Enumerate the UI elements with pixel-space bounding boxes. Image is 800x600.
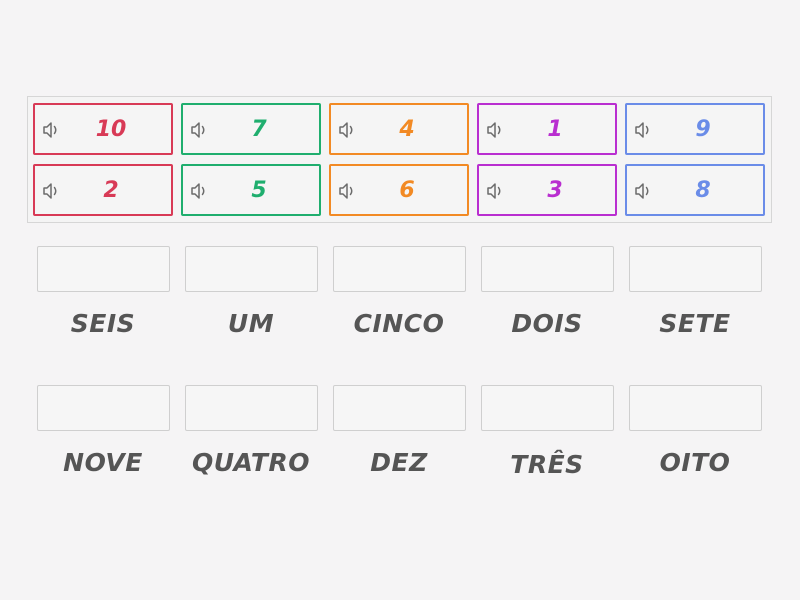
target-label: DEZ [370, 448, 428, 477]
number-tile[interactable]: 2 [33, 164, 173, 216]
tile-number: 3 [547, 177, 563, 203]
tile-number: 6 [399, 177, 415, 203]
number-tile[interactable]: 10 [33, 103, 173, 155]
tile-number: 5 [251, 177, 267, 203]
number-tile[interactable]: 3 [477, 164, 617, 216]
tile-number: 10 [95, 116, 127, 142]
target-label: UM [227, 309, 275, 338]
target-label: CINCO [353, 309, 445, 338]
drop-zone[interactable] [185, 385, 318, 431]
match-up-game: 10 7 4 1 9 2 5 6 3 8 SEIS UM CINCO DOIS SETE NOVE QUATR… [0, 0, 800, 600]
drop-zone[interactable] [481, 246, 614, 292]
drop-zone[interactable] [37, 246, 170, 292]
target-label: DOIS [511, 309, 583, 338]
number-tile[interactable]: 7 [181, 103, 321, 155]
target-label: SETE [659, 309, 731, 338]
target-label: OITO [659, 448, 731, 477]
tile-number: 8 [695, 177, 711, 203]
target-label: TRÊS [510, 450, 584, 479]
tile-number: 7 [251, 116, 267, 142]
tile-number: 4 [399, 116, 415, 142]
number-tile[interactable]: 6 [329, 164, 469, 216]
tile-number: 9 [695, 116, 711, 142]
tile-number: 2 [103, 177, 119, 203]
number-tile[interactable]: 9 [625, 103, 765, 155]
target-label: SEIS [70, 309, 136, 338]
drop-zone[interactable] [629, 385, 762, 431]
drop-zone[interactable] [481, 385, 614, 431]
number-tile[interactable]: 8 [625, 164, 765, 216]
target-label: NOVE [63, 448, 143, 477]
target-label: QUATRO [192, 448, 310, 477]
number-tile[interactable]: 5 [181, 164, 321, 216]
drop-zone[interactable] [333, 385, 466, 431]
drop-zone[interactable] [333, 246, 466, 292]
drop-zone[interactable] [629, 246, 762, 292]
drop-zone[interactable] [37, 385, 170, 431]
tile-number: 1 [547, 116, 563, 142]
number-tile[interactable]: 1 [477, 103, 617, 155]
drop-zone[interactable] [185, 246, 318, 292]
number-tile[interactable]: 4 [329, 103, 469, 155]
